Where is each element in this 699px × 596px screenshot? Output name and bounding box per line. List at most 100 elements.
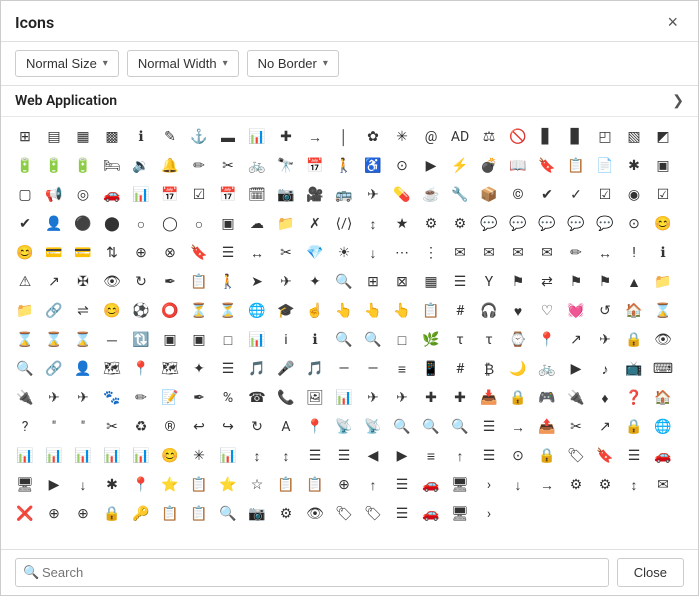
icon-cell[interactable]: ! xyxy=(620,239,648,267)
icon-cell[interactable]: 🖥 xyxy=(446,500,474,528)
icon-cell[interactable]: 📊 xyxy=(127,442,155,470)
icon-cell[interactable]: ℹ xyxy=(649,239,677,267)
icon-cell[interactable]: 🎵 xyxy=(243,355,271,383)
icon-cell[interactable]: 💬 xyxy=(591,210,619,238)
icon-cell[interactable]: 😊 xyxy=(98,297,126,325)
icon-cell[interactable]: 📊 xyxy=(40,442,68,470)
icon-cell[interactable]: ▶ xyxy=(417,152,445,180)
icon-cell[interactable]: ☰ xyxy=(214,239,242,267)
icon-cell[interactable]: □ xyxy=(214,326,242,354)
icon-cell[interactable]: 🏷 xyxy=(562,442,590,470)
icon-cell[interactable]: 📄 xyxy=(591,152,619,180)
icon-cell[interactable]: ⌨ xyxy=(649,355,677,383)
icon-cell[interactable]: 🎤 xyxy=(272,355,300,383)
icon-cell[interactable]: ✔ xyxy=(11,210,39,238)
icon-cell[interactable]: ◯ xyxy=(156,210,184,238)
icon-cell[interactable]: ⊙ xyxy=(388,152,416,180)
icon-cell[interactable]: ↕ xyxy=(359,210,387,238)
icon-cell[interactable]: ◩ xyxy=(649,123,677,151)
icon-cell[interactable]: ⚫ xyxy=(69,210,97,238)
search-input[interactable] xyxy=(15,558,609,587)
icon-cell[interactable]: ↕ xyxy=(620,471,648,499)
icon-cell[interactable]: ☰ xyxy=(388,471,416,499)
icon-cell[interactable]: ✚ xyxy=(417,384,445,412)
icon-cell[interactable]: ✱ xyxy=(98,471,126,499)
icon-cell[interactable]: 📋 xyxy=(156,500,184,528)
icon-cell[interactable]: ↑ xyxy=(446,442,474,470)
icon-cell[interactable]: 🔍 xyxy=(359,326,387,354)
icon-cell[interactable]: 📊 xyxy=(243,326,271,354)
icon-cell[interactable]: ☁ xyxy=(243,210,271,238)
icon-cell[interactable]: # xyxy=(446,355,474,383)
icon-cell[interactable]: 🎥 xyxy=(301,181,329,209)
icon-cell[interactable]: ↕ xyxy=(272,442,300,470)
icon-cell[interactable]: ® xyxy=(156,413,184,441)
icon-cell[interactable]: " xyxy=(69,413,97,441)
icon-cell[interactable]: ✏ xyxy=(127,384,155,412)
icon-cell[interactable]: ✈ xyxy=(272,268,300,296)
icon-cell[interactable]: ✉ xyxy=(446,239,474,267)
icon-cell[interactable]: ✉ xyxy=(475,239,503,267)
icon-cell[interactable]: ⚖ xyxy=(475,123,503,151)
icon-cell[interactable]: % xyxy=(214,384,242,412)
icon-cell[interactable]: ☀ xyxy=(330,239,358,267)
icon-cell[interactable]: 🏷 xyxy=(330,500,358,528)
icon-cell[interactable]: 🔍 xyxy=(11,355,39,383)
icon-cell[interactable]: 🏷 xyxy=(359,500,387,528)
icon-cell[interactable]: ⊕ xyxy=(330,471,358,499)
icon-cell[interactable]: ▢ xyxy=(11,181,39,209)
icon-cell[interactable]: ✂ xyxy=(562,413,590,441)
icon-cell[interactable]: 👁 xyxy=(301,500,329,528)
icon-cell[interactable]: ↗ xyxy=(562,326,590,354)
icon-cell[interactable]: 🐾 xyxy=(98,384,126,412)
icon-cell[interactable]: i xyxy=(272,326,300,354)
icon-cell[interactable]: ⊕ xyxy=(69,500,97,528)
icon-cell[interactable]: 🚗 xyxy=(417,500,445,528)
icon-cell[interactable]: 🖼 xyxy=(301,384,329,412)
icon-cell[interactable]: ↕ xyxy=(243,442,271,470)
icon-cell[interactable]: ⏳ xyxy=(214,297,242,325)
icon-cell[interactable]: ⌛ xyxy=(11,326,39,354)
icon-cell[interactable]: 🔍 xyxy=(388,413,416,441)
icon-cell[interactable]: 🖥 xyxy=(11,471,39,499)
icon-cell[interactable]: ☑ xyxy=(185,181,213,209)
icon-cell[interactable]: 😊 xyxy=(156,442,184,470)
icon-cell[interactable]: 🎧 xyxy=(475,297,503,325)
icon-cell[interactable]: ↻ xyxy=(243,413,271,441)
icon-cell[interactable]: ✉ xyxy=(504,239,532,267)
icon-cell[interactable]: 💬 xyxy=(533,210,561,238)
icon-cell[interactable]: ▋ xyxy=(533,123,561,151)
icon-cell[interactable]: 🎵 xyxy=(301,355,329,383)
icon-cell[interactable]: ✒ xyxy=(156,268,184,296)
icon-cell[interactable]: 📊 xyxy=(69,442,97,470)
icon-cell[interactable]: ⇌ xyxy=(69,297,97,325)
icon-cell[interactable]: " xyxy=(40,413,68,441)
icon-cell[interactable]: 📋 xyxy=(272,471,300,499)
icon-cell[interactable]: ✈ xyxy=(359,384,387,412)
icon-cell[interactable]: ↓ xyxy=(504,471,532,499)
icon-cell[interactable]: 📢 xyxy=(40,181,68,209)
icon-cell[interactable]: ✎ xyxy=(156,123,184,151)
icon-cell[interactable]: 🛏 xyxy=(98,152,126,180)
icon-cell[interactable]: ✏ xyxy=(185,152,213,180)
icon-cell[interactable]: 🔒 xyxy=(98,500,126,528)
icon-cell[interactable]: ⊠ xyxy=(388,268,416,296)
icon-cell[interactable]: ☰ xyxy=(214,355,242,383)
icon-cell[interactable]: ✈ xyxy=(69,384,97,412)
dialog-close-button[interactable]: × xyxy=(661,11,684,33)
icon-cell[interactable]: 💓 xyxy=(562,297,590,325)
icon-cell[interactable]: ↗ xyxy=(591,413,619,441)
size-dropdown[interactable]: Normal Size ▾ xyxy=(15,50,119,77)
icon-cell[interactable]: ↓ xyxy=(359,239,387,267)
icon-cell[interactable]: 👆 xyxy=(359,297,387,325)
icon-cell[interactable]: → xyxy=(301,123,329,151)
icon-cell[interactable]: ✦ xyxy=(301,268,329,296)
icon-cell[interactable]: ☝ xyxy=(301,297,329,325)
icon-cell[interactable]: ⚙ xyxy=(417,210,445,238)
icon-cell[interactable]: ▶ xyxy=(40,471,68,499)
icon-cell[interactable]: ⬤ xyxy=(98,210,126,238)
icon-cell[interactable]: ✱ xyxy=(620,152,648,180)
icon-cell[interactable]: 🔍 xyxy=(417,413,445,441)
icon-cell[interactable]: 🏠 xyxy=(620,297,648,325)
icon-cell[interactable]: ✚ xyxy=(446,384,474,412)
